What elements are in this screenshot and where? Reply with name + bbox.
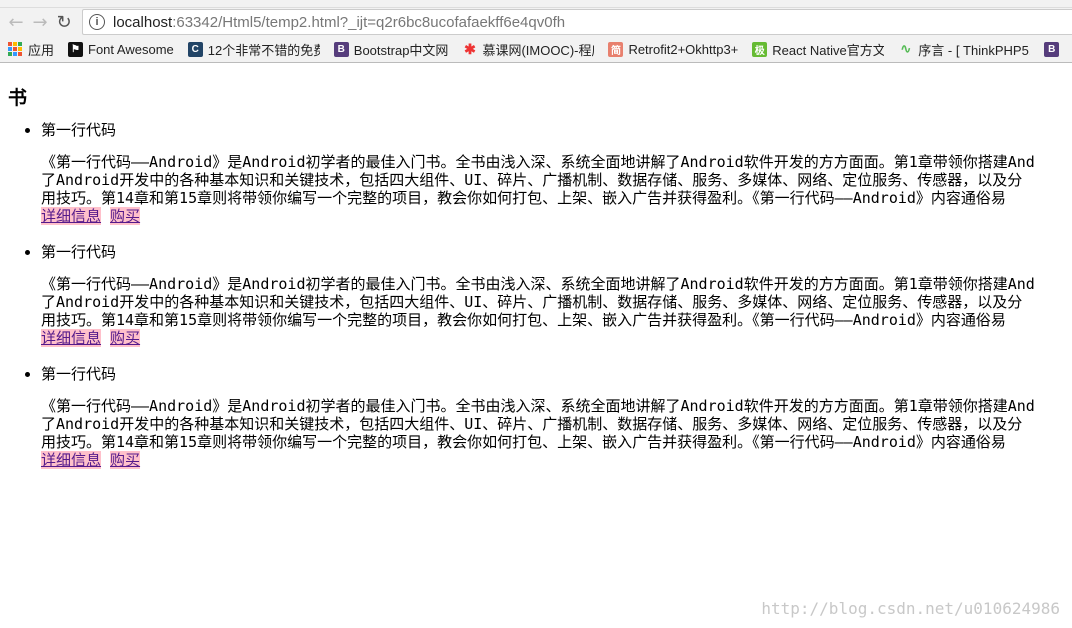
info-icon[interactable]: i — [89, 14, 105, 30]
book-title: 第一行代码 — [41, 365, 117, 383]
page-content: 书 第一行代码 《第一行代码——Android》是Android初学者的最佳入门… — [0, 83, 1072, 485]
bookmark-more[interactable]: B — [1044, 41, 1064, 57]
book-item: 第一行代码 《第一行代码——Android》是Android初学者的最佳入门书。… — [41, 363, 1064, 485]
url-path: :63342/Html5/temp2.html?_ijt=q2r6bc8ucof… — [172, 13, 566, 31]
bookmark-bootstrap[interactable]: B Bootstrap中文网 — [333, 40, 448, 59]
detail-link[interactable]: 详细信息 — [41, 207, 102, 225]
bookmark-imooc[interactable]: ✱ 慕课网(IMOOC)-程序 — [462, 40, 594, 59]
book-title: 第一行代码 — [41, 243, 117, 261]
watermark: http://blog.csdn.net/u010624986 — [761, 599, 1060, 618]
apps-grid-icon — [8, 42, 22, 56]
book-description: 《第一行代码——Android》是Android初学者的最佳入门书。全书由浅入深… — [41, 153, 1035, 225]
book-title: 第一行代码 — [41, 121, 117, 139]
browser-toolbar: ← → ↻ i localhost:63342/Html5/temp2.html… — [0, 8, 1072, 36]
react-native-cn-icon: 极 — [752, 41, 768, 57]
page-heading: 书 — [8, 87, 28, 109]
bookmarks-bar: 应用 ⚑Font Awesome C12个非常不错的免费H BBootstrap… — [0, 36, 1072, 63]
thinkphp-icon: ∿ — [900, 41, 912, 56]
reload-icon[interactable]: ↻ — [52, 10, 76, 34]
jianshu-icon: 简 — [608, 41, 624, 57]
buy-link[interactable]: 购买 — [110, 451, 141, 469]
bookmark-react-native[interactable]: 极React Native官方文档 — [752, 40, 884, 59]
bookmark-retrofit[interactable]: 简 Retrofit2+Okhttp3+ — [608, 41, 738, 57]
book-description: 《第一行代码——Android》是Android初学者的最佳入门书。全书由浅入深… — [41, 397, 1035, 469]
buy-link[interactable]: 购买 — [110, 329, 141, 347]
bootstrap-icon: B — [1044, 41, 1060, 57]
tab-strip — [0, 0, 1072, 8]
c-logo-icon: C — [187, 41, 203, 57]
book-list: 第一行代码 《第一行代码——Android》是Android初学者的最佳入门书。… — [41, 119, 1064, 485]
back-icon[interactable]: ← — [4, 10, 28, 34]
book-description: 《第一行代码——Android》是Android初学者的最佳入门书。全书由浅入深… — [41, 275, 1035, 347]
book-item: 第一行代码 《第一行代码——Android》是Android初学者的最佳入门书。… — [41, 241, 1064, 363]
bookmark-thinkphp[interactable]: ∿ 序言 - [ ThinkPHP5.0 — [898, 40, 1030, 59]
bookmark-font-awesome[interactable]: ⚑ Font Awesome — [68, 41, 174, 57]
detail-link[interactable]: 详细信息 — [41, 329, 102, 347]
flame-icon: ✱ — [464, 40, 476, 57]
bookmark-free[interactable]: C12个非常不错的免费H — [187, 40, 320, 59]
book-item: 第一行代码 《第一行代码——Android》是Android初学者的最佳入门书。… — [41, 119, 1064, 241]
address-bar[interactable]: i localhost:63342/Html5/temp2.html?_ijt=… — [82, 9, 1072, 35]
flag-icon: ⚑ — [68, 41, 84, 57]
bookmark-apps[interactable]: 应用 — [8, 40, 54, 59]
forward-icon[interactable]: → — [28, 10, 52, 34]
bootstrap-icon: B — [333, 41, 349, 57]
detail-link[interactable]: 详细信息 — [41, 451, 102, 469]
url-host: localhost — [113, 13, 173, 31]
buy-link[interactable]: 购买 — [110, 207, 141, 225]
